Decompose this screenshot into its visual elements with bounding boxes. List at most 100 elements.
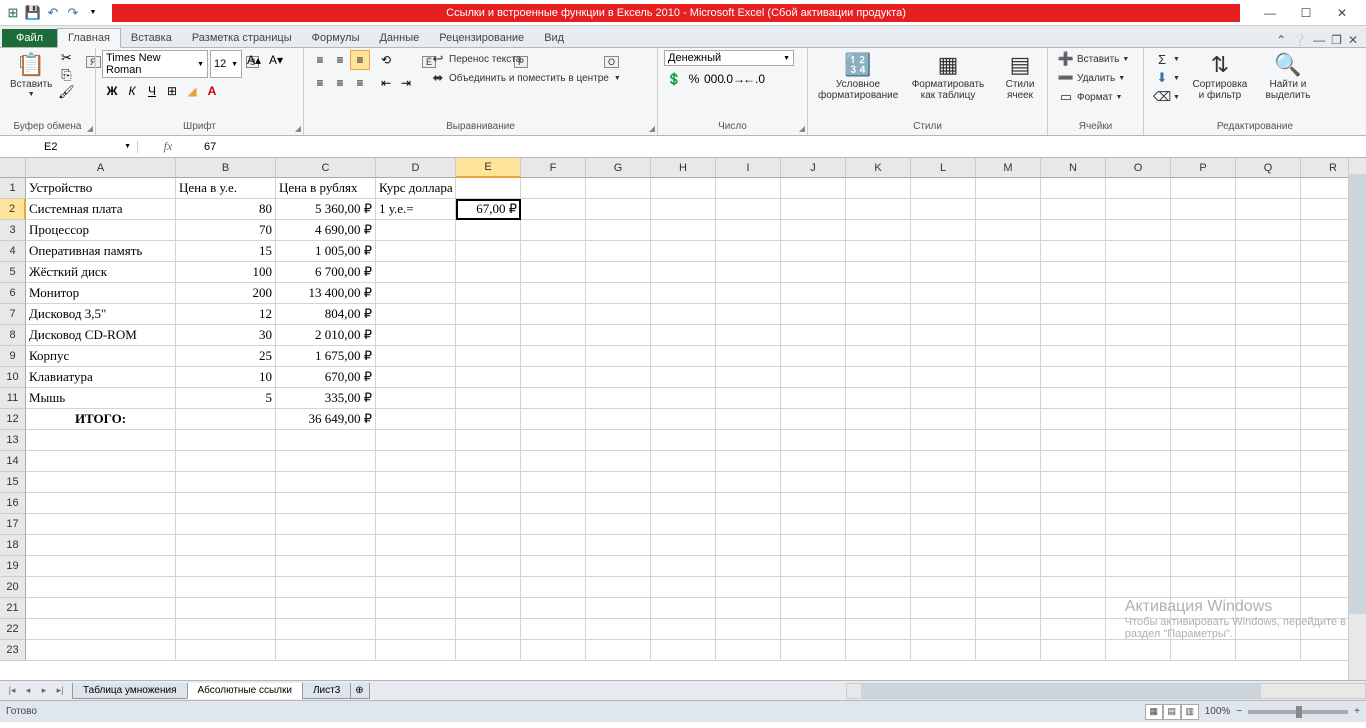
cell[interactable] [1171, 472, 1236, 493]
cell[interactable] [911, 640, 976, 661]
tab-view[interactable]: Вид [534, 29, 574, 47]
column-header[interactable]: D [376, 158, 456, 178]
cell[interactable] [1106, 451, 1171, 472]
cell[interactable] [376, 367, 456, 388]
cell[interactable] [586, 325, 651, 346]
row-header[interactable]: 7 [0, 304, 26, 325]
cell[interactable] [456, 262, 521, 283]
cell[interactable] [716, 493, 781, 514]
cell[interactable] [846, 283, 911, 304]
tab-insert[interactable]: Вставка [121, 29, 182, 47]
cell[interactable]: Корпус [26, 346, 176, 367]
cell[interactable] [781, 577, 846, 598]
cell[interactable] [521, 241, 586, 262]
cell[interactable] [1106, 199, 1171, 220]
row-header[interactable]: 1 [0, 178, 26, 199]
cell[interactable] [276, 556, 376, 577]
cell[interactable]: 6 700,00 ₽ [276, 262, 376, 283]
cell[interactable] [1041, 367, 1106, 388]
cell[interactable] [1041, 430, 1106, 451]
percent-format-icon[interactable]: % [684, 69, 704, 89]
zoom-out-button[interactable]: − [1236, 706, 1242, 717]
cell[interactable] [911, 220, 976, 241]
cell[interactable] [586, 283, 651, 304]
cell[interactable] [976, 514, 1041, 535]
cell[interactable] [521, 178, 586, 199]
horizontal-scrollbar[interactable] [846, 683, 1366, 699]
cell[interactable] [1236, 178, 1301, 199]
underline-button[interactable]: Ч [142, 81, 162, 101]
cell[interactable] [1041, 640, 1106, 661]
cell[interactable] [976, 178, 1041, 199]
row-header[interactable]: 14 [0, 451, 26, 472]
cell[interactable] [1171, 367, 1236, 388]
cell[interactable] [911, 451, 976, 472]
cell[interactable] [781, 472, 846, 493]
cell[interactable] [521, 430, 586, 451]
cell[interactable] [586, 430, 651, 451]
cell[interactable]: 1 675,00 ₽ [276, 346, 376, 367]
cell[interactable]: 10 [176, 367, 276, 388]
cell[interactable] [586, 493, 651, 514]
cell[interactable] [846, 493, 911, 514]
cell[interactable] [1041, 283, 1106, 304]
cell[interactable] [521, 262, 586, 283]
cell[interactable] [1106, 577, 1171, 598]
cell[interactable] [911, 535, 976, 556]
cell[interactable] [456, 220, 521, 241]
cell[interactable] [651, 493, 716, 514]
cell[interactable] [456, 346, 521, 367]
cell[interactable] [651, 577, 716, 598]
cell[interactable] [1106, 241, 1171, 262]
cell[interactable] [846, 409, 911, 430]
clear-button[interactable]: ⌫▼ [1150, 88, 1184, 106]
cell[interactable] [456, 409, 521, 430]
row-header[interactable]: 2 [0, 199, 26, 220]
cell[interactable] [1106, 262, 1171, 283]
cell[interactable] [456, 619, 521, 640]
cell[interactable] [716, 367, 781, 388]
font-color-button[interactable]: A [202, 81, 222, 101]
row-header[interactable]: 5 [0, 262, 26, 283]
cell[interactable] [1171, 388, 1236, 409]
cell[interactable] [1041, 514, 1106, 535]
ribbon-minimize-icon[interactable]: ⌃ [1276, 33, 1286, 47]
qat-dropdown-icon[interactable]: ▼ [84, 4, 102, 22]
cell[interactable] [1041, 472, 1106, 493]
cell[interactable] [911, 430, 976, 451]
cell[interactable] [26, 514, 176, 535]
cell[interactable] [781, 367, 846, 388]
cell[interactable]: 70 [176, 220, 276, 241]
cell[interactable] [911, 367, 976, 388]
cell[interactable] [651, 430, 716, 451]
cell[interactable] [26, 577, 176, 598]
cell[interactable]: ИТОГО: [26, 409, 176, 430]
cell[interactable] [1106, 514, 1171, 535]
cell[interactable] [1171, 304, 1236, 325]
cell[interactable] [1236, 199, 1301, 220]
cell[interactable] [586, 577, 651, 598]
minimize-button[interactable]: — [1256, 3, 1284, 23]
cell[interactable] [651, 199, 716, 220]
cell[interactable] [456, 514, 521, 535]
tab-file[interactable]: Файл [2, 29, 57, 47]
cell[interactable] [1041, 241, 1106, 262]
cell[interactable] [716, 283, 781, 304]
cell[interactable] [1041, 535, 1106, 556]
cell[interactable] [376, 388, 456, 409]
cell[interactable] [976, 241, 1041, 262]
cell[interactable]: 15 [176, 241, 276, 262]
cell[interactable] [1236, 388, 1301, 409]
paste-button[interactable]: 📋 Вставить ▼ [6, 50, 56, 100]
cell[interactable] [651, 220, 716, 241]
cell[interactable] [176, 409, 276, 430]
column-header[interactable]: A [26, 158, 176, 178]
cell[interactable] [1106, 346, 1171, 367]
cell[interactable] [1106, 367, 1171, 388]
cell[interactable] [781, 346, 846, 367]
cell[interactable] [586, 367, 651, 388]
cell[interactable] [911, 577, 976, 598]
cell[interactable] [846, 325, 911, 346]
cell[interactable] [276, 493, 376, 514]
cell[interactable] [1106, 178, 1171, 199]
